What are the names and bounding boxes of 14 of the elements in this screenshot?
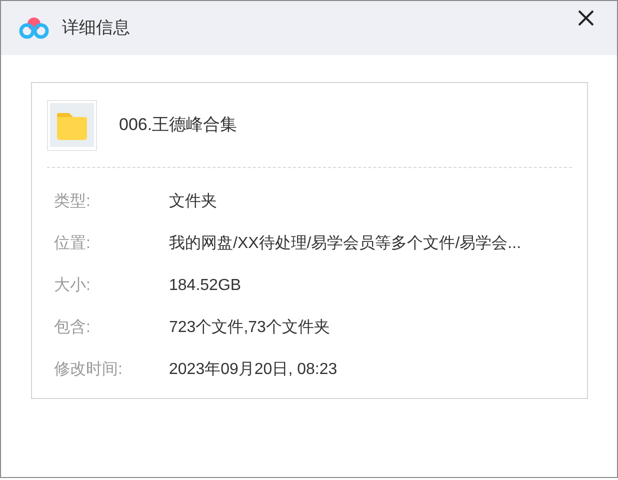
field-value: 文件夹: [169, 192, 217, 212]
cloud-logo-icon: [19, 16, 49, 40]
field-value: 我的网盘/XX待处理/易学会员等多个文件/易学会...: [169, 234, 522, 254]
close-icon: [578, 10, 594, 26]
field-value: 184.52GB: [169, 276, 242, 296]
field-label: 位置:: [54, 234, 92, 254]
folder-name: 006.王德峰合集: [119, 114, 238, 136]
field-label: 包含:: [54, 318, 92, 338]
field-label: 大小:: [54, 276, 92, 296]
field-value: 2023年09月20日, 08:23: [169, 360, 338, 380]
field-label: 修改时间:: [54, 360, 124, 380]
field-value: 723个文件,73个文件夹: [169, 318, 330, 338]
window-title: 详细信息: [62, 17, 130, 40]
field-label: 类型:: [54, 192, 92, 212]
